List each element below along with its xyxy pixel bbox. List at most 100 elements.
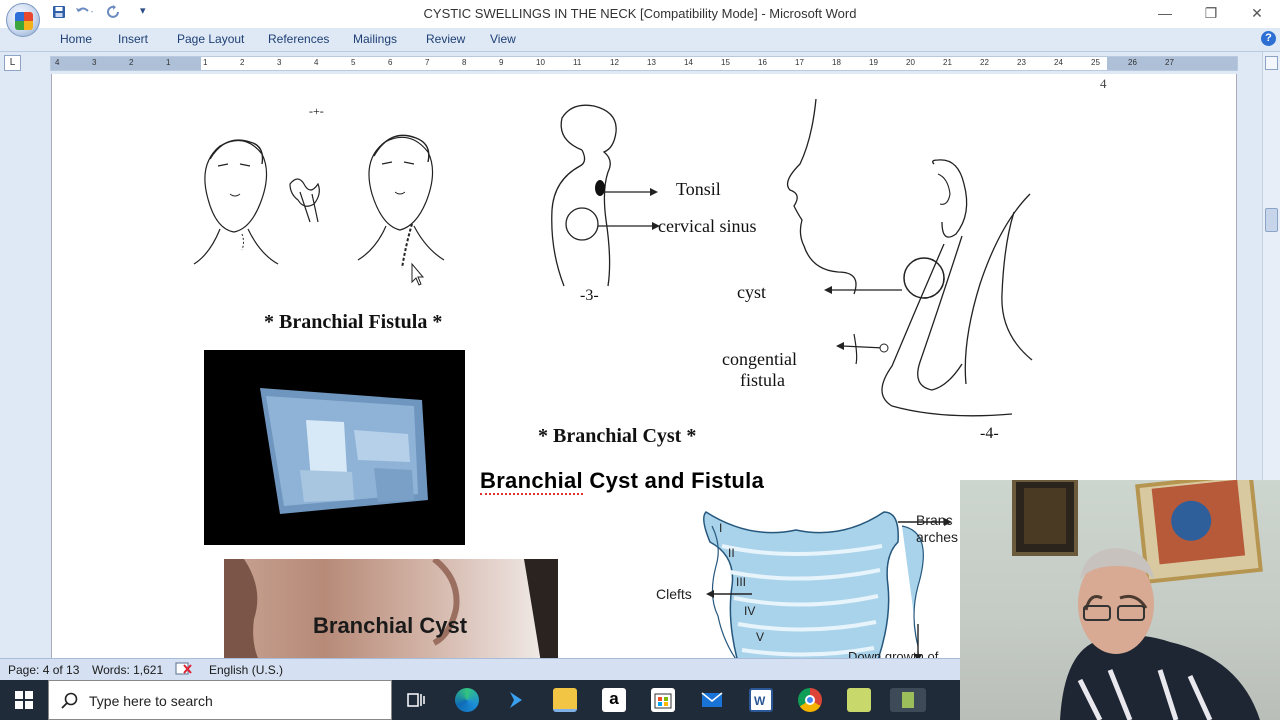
- help-icon[interactable]: ?: [1261, 31, 1276, 46]
- ruler-row: L 4 3 2 1 1 2 3 4 5 6 7 8 9 10 11 12 13 14 15 16 17 18 19 20 21 2…: [0, 52, 1280, 74]
- ruler-mark: 20: [906, 58, 915, 67]
- ruler-mark: 14: [684, 58, 693, 67]
- ruler-mark: 16: [758, 58, 767, 67]
- mail-icon[interactable]: [700, 688, 724, 712]
- title-bar: ▾ CYSTIC SWELLINGS IN THE NECK [Compatib…: [0, 0, 1280, 28]
- heading-rest: Cyst and Fistula: [582, 468, 765, 493]
- ruler-mark: 22: [980, 58, 989, 67]
- tab-review[interactable]: Review: [426, 32, 465, 46]
- ruler-mark: 19: [869, 58, 878, 67]
- tab-view[interactable]: View: [490, 32, 516, 46]
- ruler-mark: 25: [1091, 58, 1100, 67]
- embedded-video[interactable]: [204, 350, 465, 545]
- window-title: CYSTIC SWELLINGS IN THE NECK [Compatibil…: [423, 6, 857, 21]
- ruler-mark: 4: [55, 58, 60, 67]
- search-placeholder: Type here to search: [89, 693, 213, 709]
- clefts-label: Clefts: [656, 586, 692, 602]
- language-status[interactable]: English (U.S.): [209, 663, 283, 677]
- ruler-mark: 1: [203, 58, 208, 67]
- start-button[interactable]: [0, 680, 48, 720]
- horizontal-ruler[interactable]: 4 3 2 1 1 2 3 4 5 6 7 8 9 10 11 12 13 14 15 16 17 18 19 20 21 22 2…: [50, 56, 1238, 71]
- ruler-mark: 24: [1054, 58, 1063, 67]
- windows-logo-icon: [15, 691, 33, 709]
- word-taskbar-icon[interactable]: W: [749, 688, 773, 712]
- ruler-mark: 4: [314, 58, 319, 67]
- page-count-status[interactable]: Page: 4 of 13: [8, 663, 79, 677]
- figure-mark: -+-: [309, 104, 324, 118]
- ruler-mark: 10: [536, 58, 545, 67]
- branchial-cyst-photo[interactable]: Branchial Cyst: [224, 559, 558, 658]
- restore-button[interactable]: ❐: [1188, 2, 1234, 26]
- tab-home[interactable]: Home: [60, 32, 92, 46]
- ruler-mark: 2: [240, 58, 245, 67]
- section-heading: Branchial Cyst and Fistula: [480, 468, 765, 495]
- ruler-mark: 26: [1128, 58, 1137, 67]
- taskbar-search-box[interactable]: Type here to search: [48, 680, 392, 720]
- congential-fistula-label-line1: congential: [722, 349, 797, 369]
- video-frame-graphic: [260, 388, 428, 514]
- down-growth-label: Down growth of: [848, 649, 939, 658]
- ruler-mark: 11: [573, 58, 582, 67]
- ruler-mark: 1: [166, 58, 171, 67]
- misspelled-word[interactable]: Branchial: [480, 468, 583, 495]
- close-button[interactable]: ✕: [1234, 2, 1280, 26]
- search-icon: [61, 692, 78, 709]
- proofing-icon[interactable]: [175, 661, 193, 680]
- minimize-button[interactable]: —: [1142, 2, 1188, 26]
- file-manager-icon[interactable]: [847, 688, 871, 712]
- arch-numeral-4: IV: [744, 604, 756, 618]
- ruler-mark: 18: [832, 58, 841, 67]
- ruler-mark: 12: [610, 58, 619, 67]
- arch-numeral-5: V: [756, 630, 765, 644]
- branchial-cyst-neck-drawing: [786, 98, 1033, 417]
- ruler-mark: 17: [795, 58, 804, 67]
- ruler-mark: 2: [129, 58, 134, 67]
- ribbon-tabs: Home Insert Page Layout References Maili…: [0, 28, 1280, 52]
- webcam-overlay: [960, 480, 1280, 720]
- branchial-fistula-caption: * Branchial Fistula *: [264, 311, 443, 333]
- tab-selector-button[interactable]: L: [4, 55, 21, 71]
- amazon-icon[interactable]: a: [602, 688, 626, 712]
- task-view-icon[interactable]: [404, 688, 428, 712]
- ruler-mark: 23: [1017, 58, 1026, 67]
- office-button[interactable]: [6, 3, 40, 37]
- arches-label-line2: arches: [916, 529, 959, 545]
- ruler-toggle-icon[interactable]: [1265, 56, 1278, 70]
- tab-insert[interactable]: Insert: [118, 32, 148, 46]
- tab-mailings[interactable]: Mailings: [353, 32, 397, 46]
- edge-icon[interactable]: [455, 688, 479, 712]
- ruler-mark: 5: [351, 58, 356, 67]
- visual-studio-icon[interactable]: [504, 688, 528, 712]
- file-explorer-icon[interactable]: [553, 688, 577, 712]
- office-logo-icon: [15, 12, 33, 30]
- scrollbar-thumb[interactable]: [1265, 208, 1278, 232]
- ruler-mark: 7: [425, 58, 430, 67]
- ruler-mark: 15: [721, 58, 730, 67]
- ruler-numbers: 4 3 2 1 1 2 3 4 5 6 7 8 9 10 11 12 13 14 15 16 17 18 19 20 21 22 2…: [51, 57, 1237, 70]
- ruler-mark: 8: [462, 58, 467, 67]
- tab-page-layout[interactable]: Page Layout: [177, 32, 244, 46]
- svg-text:W: W: [754, 694, 766, 708]
- word-count-status[interactable]: Words: 1,621: [92, 663, 163, 677]
- webcam-video-graphic: [1012, 480, 1263, 720]
- ruler-mark: 9: [499, 58, 504, 67]
- photo-label: Branchial Cyst: [313, 613, 468, 638]
- app-icon[interactable]: [890, 688, 926, 712]
- arch-numeral-1: I: [719, 521, 723, 535]
- chrome-icon[interactable]: [798, 688, 822, 712]
- branchial-cyst-caption: * Branchial Cyst *: [538, 425, 697, 447]
- arches-label-line1: Branc: [916, 512, 953, 528]
- cyst-label: cyst: [737, 282, 766, 302]
- store-icon[interactable]: [651, 688, 675, 712]
- tonsil-label: Tonsil: [676, 179, 721, 199]
- branchial-fistula-faces-drawing: [193, 134, 445, 286]
- ruler-mark: 27: [1165, 58, 1174, 67]
- page-number: 4: [1100, 76, 1107, 91]
- tab-references[interactable]: References: [268, 32, 329, 46]
- arch-numeral-2: II: [728, 546, 735, 560]
- ruler-mark: 3: [92, 58, 97, 67]
- cervical-sinus-drawing: [551, 104, 660, 287]
- face-profile-graphic: [224, 559, 558, 658]
- arch-numeral-3: III: [736, 575, 747, 589]
- congential-fistula-label-line2: fistula: [740, 370, 785, 390]
